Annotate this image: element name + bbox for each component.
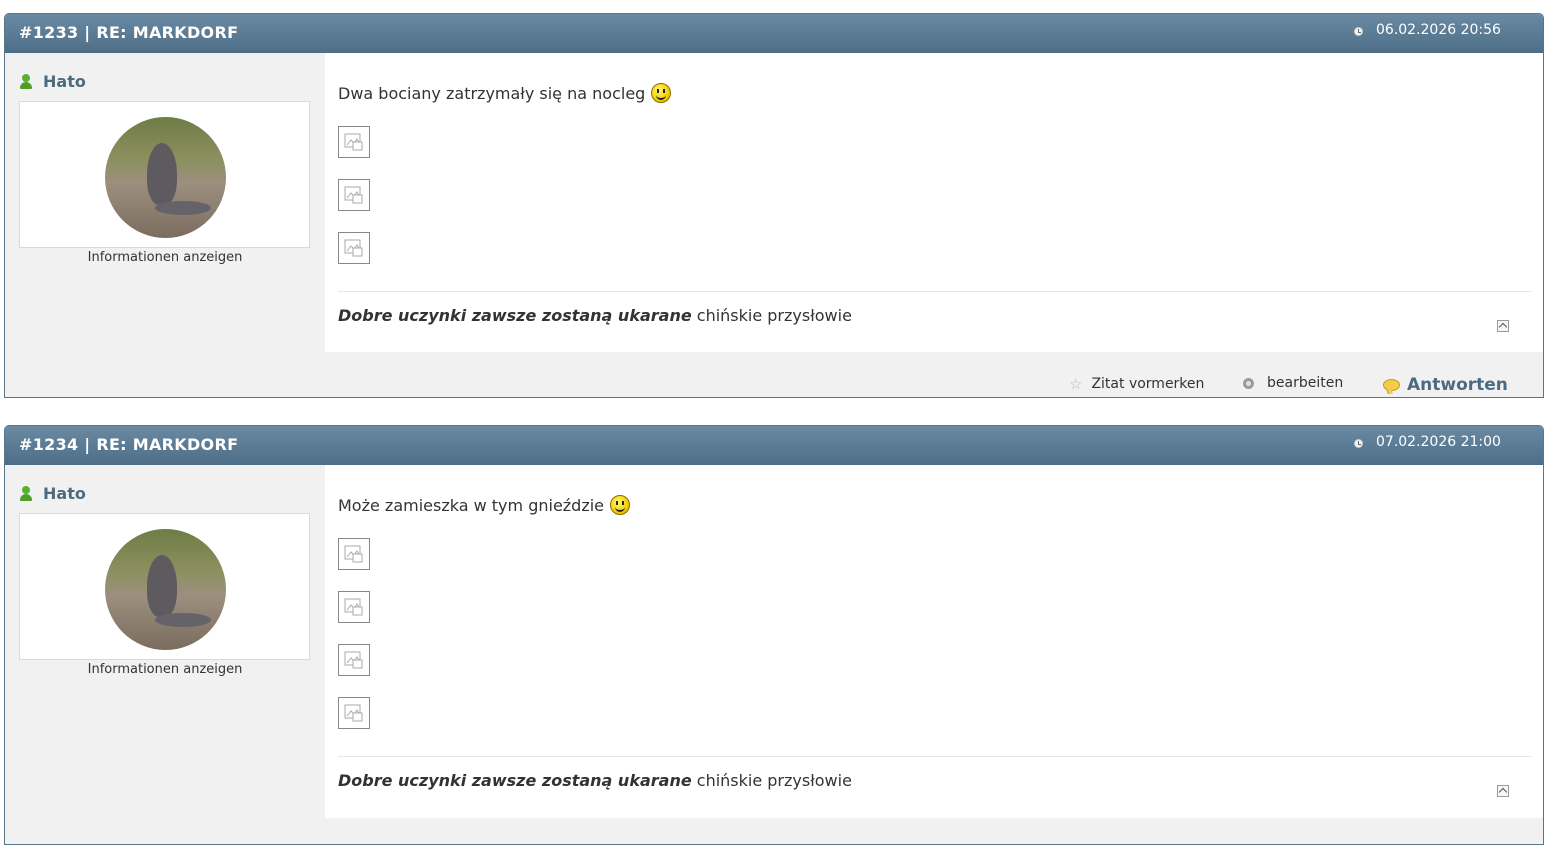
post-actions: ☆ Zitat vormerken bearbeiten Antworten: [5, 375, 1543, 397]
clock-icon: [1354, 438, 1363, 448]
star-icon: ☆: [1069, 375, 1083, 393]
gear-icon: [1243, 377, 1254, 389]
user-name-row: Hato: [18, 72, 86, 91]
post-text-body: Może zamieszka w tym gnieździe: [338, 495, 605, 515]
smiley-icon: [610, 495, 631, 515]
reply-label: Antworten: [1407, 375, 1508, 395]
image-placeholder-icon[interactable]: [338, 644, 370, 676]
avatar-box: [19, 101, 310, 248]
speech-bubble-icon: [1383, 379, 1400, 391]
image-placeholder-icon[interactable]: [338, 538, 370, 570]
user-icon: [18, 485, 34, 502]
post-text: Może zamieszka w tym gnieździe: [338, 495, 631, 515]
image-placeholder-icon[interactable]: [338, 232, 370, 264]
signature-rest: chińskie przysłowie: [691, 771, 852, 790]
avatar-box: [19, 513, 310, 660]
image-placeholder-icon[interactable]: [338, 179, 370, 211]
signature: Dobre uczynki zawsze zostaną ukarane chi…: [338, 306, 852, 325]
post-date-wrap: 07.02.2026 21:00: [1354, 434, 1501, 450]
avatar[interactable]: [105, 529, 226, 650]
post-text: Dwa bociany zatrzymały się na nocleg: [338, 83, 672, 103]
post-content: Dwa bociany zatrzymały się na nocleg Dob…: [325, 53, 1543, 352]
signature: Dobre uczynki zawsze zostaną ukarane chi…: [338, 771, 852, 790]
reply-button[interactable]: Antworten: [1383, 375, 1508, 395]
post-header: #1233 | RE: MARKDORF 06.02.2026 20:56: [5, 14, 1543, 53]
quote-button[interactable]: ☆ Zitat vormerken: [1069, 375, 1204, 393]
signature-bold: Dobre uczynki zawsze zostaną ukarane: [338, 771, 692, 790]
post-text-body: Dwa bociany zatrzymały się na nocleg: [338, 83, 646, 103]
image-placeholder-icon[interactable]: [338, 591, 370, 623]
signature-rest: chińskie przysłowie: [691, 306, 852, 325]
post-title[interactable]: #1234 | RE: MARKDORF: [19, 435, 238, 454]
show-info-link[interactable]: Informationen anzeigen: [5, 250, 325, 265]
forum-post: #1233 | RE: MARKDORF 06.02.2026 20:56 Ha…: [4, 13, 1544, 398]
post-title[interactable]: #1233 | RE: MARKDORF: [19, 23, 238, 42]
forum-post: #1234 | RE: MARKDORF 07.02.2026 21:00 Ha…: [4, 425, 1544, 845]
signature-divider: [338, 756, 1532, 757]
username-link[interactable]: Hato: [43, 484, 86, 503]
post-date: 06.02.2026 20:56: [1376, 22, 1501, 38]
username-link[interactable]: Hato: [43, 72, 86, 91]
scroll-top-icon[interactable]: [1497, 320, 1509, 332]
scroll-top-icon[interactable]: [1497, 785, 1509, 797]
edit-label: bearbeiten: [1267, 375, 1344, 391]
smiley-icon: [651, 83, 672, 103]
avatar[interactable]: [105, 117, 226, 238]
show-info-link[interactable]: Informationen anzeigen: [5, 662, 325, 677]
post-header: #1234 | RE: MARKDORF 07.02.2026 21:00: [5, 426, 1543, 465]
post-content: Może zamieszka w tym gnieździe Dobre ucz…: [325, 465, 1543, 818]
clock-icon: [1354, 26, 1363, 36]
signature-divider: [338, 291, 1532, 292]
signature-bold: Dobre uczynki zawsze zostaną ukarane: [338, 306, 692, 325]
post-date-wrap: 06.02.2026 20:56: [1354, 22, 1501, 38]
image-placeholder-icon[interactable]: [338, 126, 370, 158]
edit-button[interactable]: bearbeiten: [1243, 375, 1343, 391]
user-icon: [18, 73, 34, 90]
post-date: 07.02.2026 21:00: [1376, 434, 1501, 450]
user-name-row: Hato: [18, 484, 86, 503]
image-placeholder-icon[interactable]: [338, 697, 370, 729]
quote-label: Zitat vormerken: [1091, 376, 1205, 392]
